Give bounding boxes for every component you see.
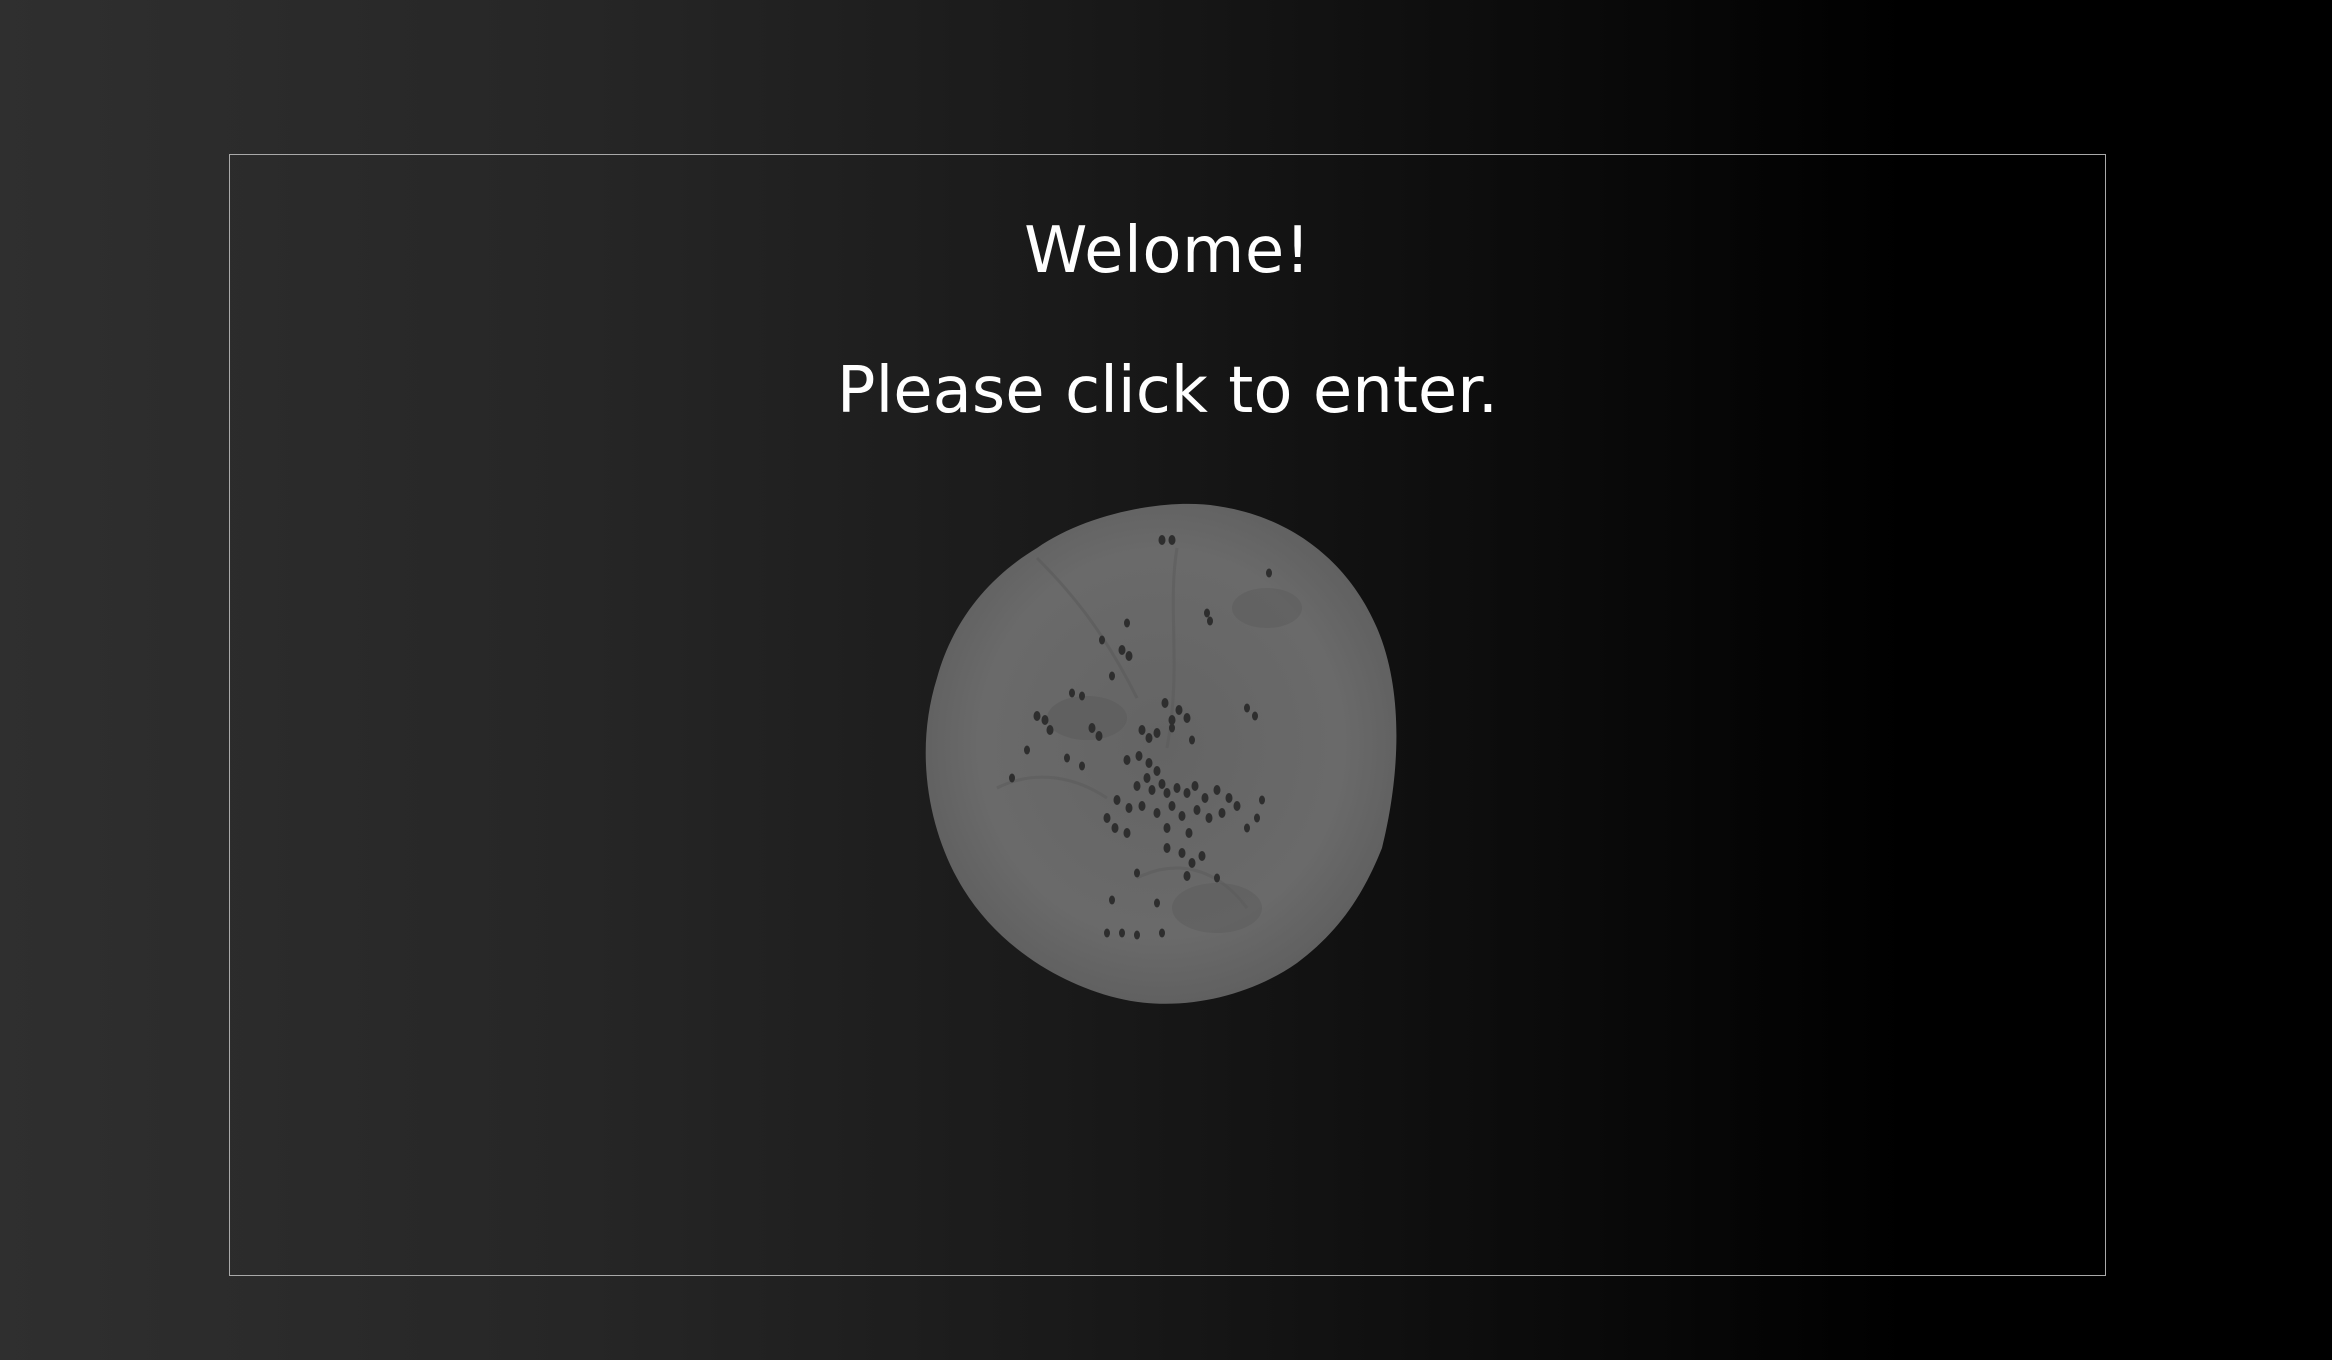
- enter-prompt[interactable]: Please click to enter.: [230, 353, 2105, 430]
- bread-svg: [925, 503, 1397, 1004]
- flatbread-image[interactable]: [917, 488, 1427, 1008]
- enter-panel[interactable]: Welome! Please click to enter.: [229, 154, 2106, 1276]
- welcome-title: Welome!: [1024, 214, 1311, 288]
